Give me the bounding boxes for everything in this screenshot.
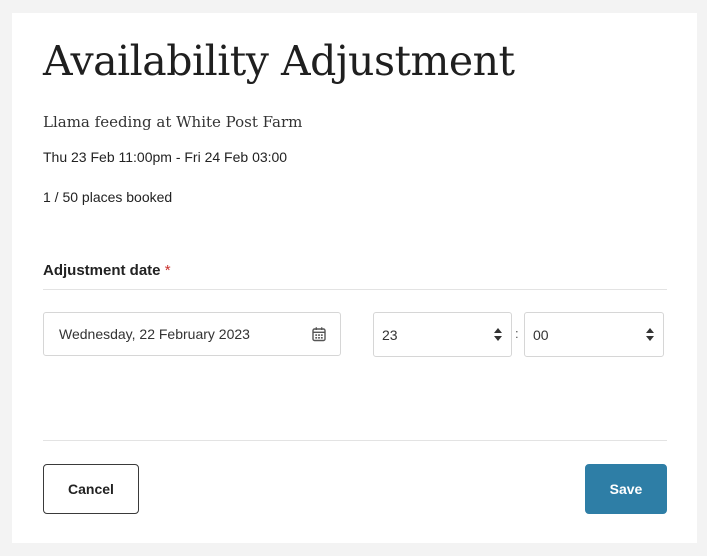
minute-value: 00 bbox=[533, 327, 549, 343]
places-booked: 1 / 50 places booked bbox=[43, 189, 173, 205]
minute-select[interactable]: 00 bbox=[524, 312, 664, 357]
calendar-icon[interactable] bbox=[311, 326, 327, 342]
hour-value: 23 bbox=[382, 327, 398, 343]
adjustment-date-input[interactable]: Wednesday, 22 February 2023 bbox=[43, 312, 341, 356]
section-divider bbox=[43, 289, 667, 290]
event-name: Llama feeding at White Post Farm bbox=[43, 113, 303, 131]
page-title: Availability Adjustment bbox=[43, 37, 515, 85]
adjustment-date-value: Wednesday, 22 February 2023 bbox=[59, 326, 250, 342]
time-separator: : bbox=[515, 326, 519, 341]
cancel-button[interactable]: Cancel bbox=[43, 464, 139, 514]
adjustment-date-label: Adjustment date * bbox=[43, 262, 171, 279]
availability-adjustment-dialog: Availability Adjustment Llama feeding at… bbox=[12, 13, 697, 543]
save-button[interactable]: Save bbox=[585, 464, 667, 514]
footer-divider bbox=[43, 440, 667, 441]
sort-arrows-icon bbox=[646, 328, 654, 341]
required-marker: * bbox=[164, 262, 171, 279]
adjustment-date-label-text: Adjustment date bbox=[43, 262, 161, 279]
hour-select[interactable]: 23 bbox=[373, 312, 512, 357]
sort-arrows-icon bbox=[494, 328, 502, 341]
event-time-range: Thu 23 Feb 11:00pm - Fri 24 Feb 03:00 bbox=[43, 149, 288, 165]
